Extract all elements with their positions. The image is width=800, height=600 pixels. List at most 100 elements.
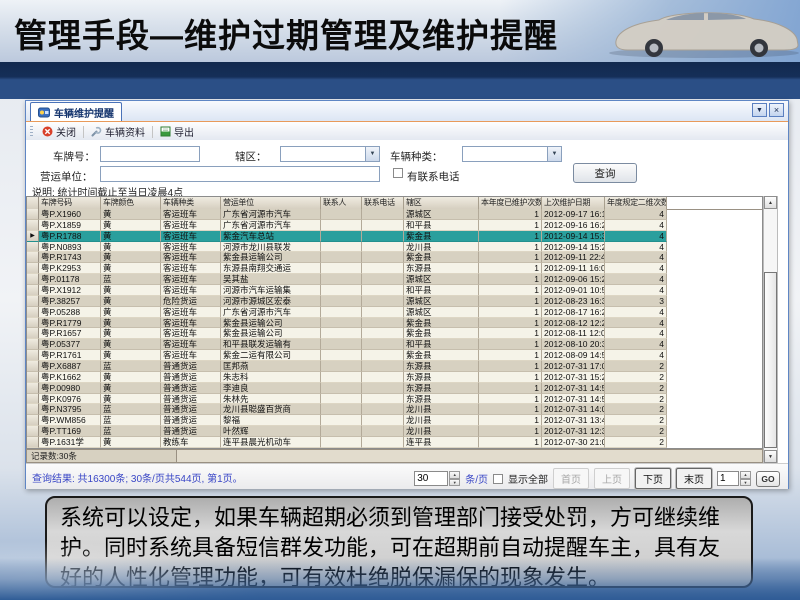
grid-cell: 4 [605,209,667,220]
grid-cell: 普通货运 [161,361,221,372]
column-header[interactable]: 上次维护日期 [542,197,605,209]
go-button[interactable]: GO [756,471,780,487]
column-header[interactable]: 车牌颜色 [101,197,161,209]
grid-cell: 黄 [101,296,161,307]
grid-cell: 1 [479,296,542,307]
page-number-stepper[interactable]: ▲ ▼ [740,471,751,486]
prev-page-button[interactable]: 上页 [594,468,630,489]
stepper-up-icon[interactable]: ▲ [449,471,460,479]
indicator-column-header [27,197,39,209]
stepper-down-icon[interactable]: ▼ [740,479,751,487]
table-row[interactable]: 粤P.TT169蓝普通货运叶然辉龙川县12012-07-31 12:372 [27,426,762,437]
scrollbar-thumb[interactable] [764,272,777,448]
table-row[interactable]: 粤P.05288黄客运班车广东省河源市汽车源城区12012-08-17 16:2… [27,307,762,318]
column-header[interactable]: 辖区 [404,197,479,209]
next-page-button[interactable]: 下页 [635,468,671,489]
grid-cell: 2012-09-14 15:24 [542,242,605,253]
grid-cell [321,231,362,242]
grid-cell [362,274,404,285]
grid-cell [362,252,404,263]
grid-cell: 粤P.00980 [39,383,101,394]
plate-input[interactable] [100,146,200,162]
grid-cell: 黄 [101,372,161,383]
vehicle-type-select[interactable]: ▼ [462,146,562,162]
chevron-down-icon[interactable]: ▼ [547,147,561,161]
column-header[interactable]: 联系电话 [362,197,404,209]
page-number-input[interactable] [717,471,739,486]
grid-cell [321,318,362,329]
table-row[interactable]: 粤P.K2953黄客运班车东源县南翔交通运东源县12012-09-11 16:0… [27,263,762,274]
grid-cell: 客运班车 [161,209,221,220]
table-row[interactable]: 粤P.K0976黄普通货运朱林先东源县12012-07-31 14:512 [27,394,762,405]
table-row[interactable]: 粤P.38257黄危险货运河源市源城区宏泰源城区12012-08-23 16:3… [27,296,762,307]
grid-cell: 1 [479,274,542,285]
table-row[interactable]: 粤P.01178蓝客运班车吴其盐源城区12012-09-06 15:274 [27,274,762,285]
table-row[interactable]: 粤P.X6887蓝普通货运匡邦燕东源县12012-07-31 17:022 [27,361,762,372]
row-indicator [27,426,39,437]
wrench-icon [91,126,102,137]
stepper-up-icon[interactable]: ▲ [740,471,751,479]
stepper-down-icon[interactable]: ▼ [449,479,460,487]
show-all-checkbox[interactable] [493,474,503,484]
column-header[interactable]: 年度规定二维次数 [605,197,667,209]
chevron-down-icon[interactable]: ▼ [365,147,379,161]
window-close-button[interactable]: × [769,103,784,117]
table-row[interactable]: 粤P.R1761黄客运班车紫金二运有限公司紫金县12012-08-09 14:5… [27,350,762,361]
page-size-stepper[interactable]: ▲ ▼ [449,471,460,486]
column-header[interactable]: 车牌号码 [39,197,101,209]
column-header[interactable]: 营运单位 [221,197,321,209]
scroll-down-icon[interactable]: ▼ [764,450,777,463]
close-button[interactable]: 关闭 [37,123,81,140]
row-indicator [27,361,39,372]
table-row[interactable]: 粤P.R1779黄客运班车紫金县运输公司紫金县12012-08-12 12:20… [27,318,762,329]
grid-cell: 紫金县运输公司 [221,318,321,329]
table-row[interactable]: 粤P.N3795蓝普通货运龙川县聪盛百货商龙川县12012-07-31 14:0… [27,404,762,415]
table-row[interactable]: 粤P.X1912黄客运班车河源市汽车运输集和平县12012-09-01 10:5… [27,285,762,296]
column-header[interactable]: 车辆种类 [161,197,221,209]
table-row[interactable]: 粤P.WM856蓝普通货运黎福龙川县12012-07-31 13:402 [27,415,762,426]
grid-cell: 1 [479,339,542,350]
grid-cell: 粤P.05288 [39,307,101,318]
grid-cell [321,383,362,394]
last-page-button[interactable]: 末页 [676,468,712,489]
table-row[interactable]: 粤P.K1662黄普通货运朱志科东源县12012-07-31 15:282 [27,372,762,383]
grid-cell: 河源市源城区宏泰 [221,296,321,307]
table-row[interactable]: 粤P.1631学黄教练车连平县晨光机动车连平县12012-07-30 21:05… [27,437,762,448]
window-menu-button[interactable]: ▼ [752,103,767,117]
table-row[interactable]: 粤P.00980黄普通货运李迪良东源县12012-07-31 14:512 [27,383,762,394]
phone-checkbox[interactable] [393,168,403,178]
grid-cell: 东源县 [404,372,479,383]
table-row[interactable]: 粤P.X1859黄客运班车广东省河源市汽车和平县12012-09-16 16:2… [27,220,762,231]
grid-cell [321,415,362,426]
query-button[interactable]: 查询 [573,163,637,183]
district-select[interactable]: ▼ [280,146,380,162]
grid-cell: 东源县 [404,383,479,394]
grid-cell: 紫金二运有限公司 [221,350,321,361]
grid-cell: 客运班车 [161,252,221,263]
grid-cell: 粤P.X1960 [39,209,101,220]
table-row[interactable]: ▶粤P.R1788黄客运班车紫金汽车总站紫金县12012-09-14 15:31… [27,231,762,242]
first-page-button[interactable]: 首页 [553,468,589,489]
grid-cell: 4 [605,274,667,285]
grid-cell: 黄 [101,328,161,339]
vertical-scrollbar[interactable]: ▲ ▼ [763,196,778,463]
table-row[interactable]: 粤P.X1960黄客运班车广东省河源市汽车源城区12012-09-17 16:1… [27,209,762,220]
table-row[interactable]: 粤P.N0893黄客运班车河源市龙川县联发龙川县12012-09-14 15:2… [27,242,762,253]
table-row[interactable]: 粤P.R1743黄客运班车紫金县运输公司紫金县12012-09-11 22:46… [27,252,762,263]
export-button[interactable]: 导出 [155,123,199,140]
grid-cell: 黄 [101,437,161,448]
operator-input[interactable] [100,166,380,182]
grid-cell [362,415,404,426]
grid-cell: 广东省河源市汽车 [221,307,321,318]
tab-vehicle-maintenance-reminder[interactable]: 车辆维护提醒 [30,102,122,121]
page-size-input[interactable] [414,471,448,486]
grid-cell [362,318,404,329]
grid-cell [321,263,362,274]
table-row[interactable]: 粤P.05377黄客运班车和平县联发运输有和平县12012-08-10 20:3… [27,339,762,350]
column-header[interactable]: 联系人 [321,197,362,209]
table-row[interactable]: 粤P.R1657黄客运班车紫金县运输公司紫金县12012-08-11 12:01… [27,328,762,339]
vehicle-info-button[interactable]: 车辆资料 [86,123,150,140]
row-indicator [27,372,39,383]
scroll-up-icon[interactable]: ▲ [764,196,777,209]
column-header[interactable]: 本年度已维护次数 [479,197,542,209]
